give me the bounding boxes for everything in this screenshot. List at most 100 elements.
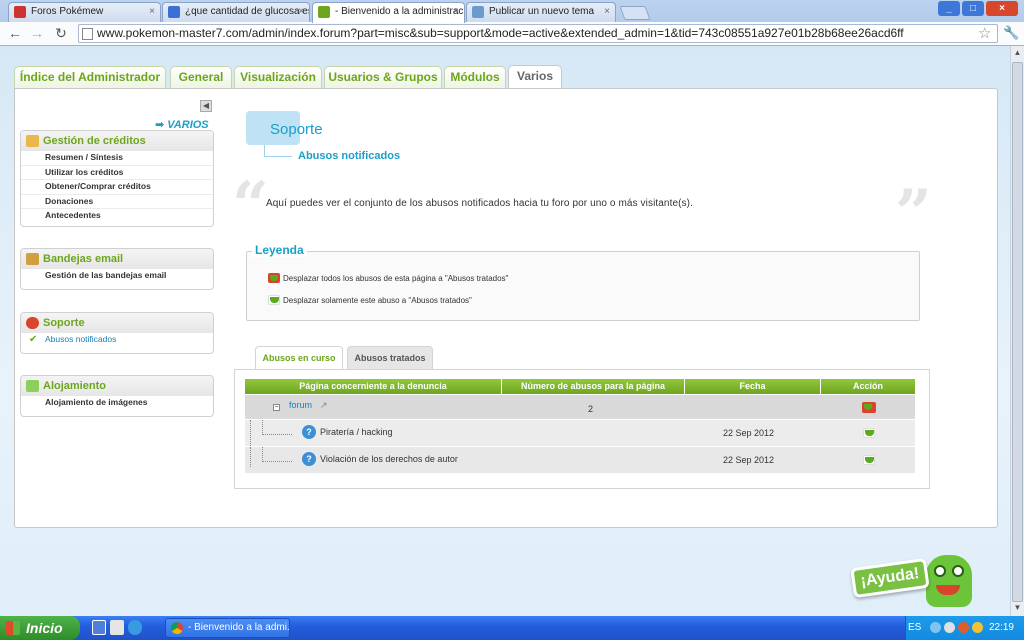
tab-title: - Bienvenido a la administraci [335, 6, 465, 17]
browser-toolbar: ← → ↻ www.pokemon-master7.com/admin/inde… [0, 22, 1024, 46]
forward-arrow-icon[interactable]: → [28, 24, 46, 42]
column-header: Acción [821, 379, 915, 394]
column-header: Página concerniente a la denuncia [245, 379, 502, 394]
sidebar-box-soporte: Soporte ✔ Abusos notificados [20, 312, 214, 354]
help-monster-icon[interactable] [926, 555, 972, 607]
sidebar-item[interactable]: Resumen / Síntesis [21, 151, 213, 166]
scroll-down-icon[interactable]: ▼ [1012, 603, 1023, 615]
language-indicator[interactable]: ES [908, 616, 921, 640]
abuse-count: 2 [588, 404, 594, 414]
forum-link[interactable]: forum [289, 399, 312, 411]
tab-varios[interactable]: Varios [508, 65, 562, 88]
browser-tab[interactable]: Publicar un nuevo tema × [466, 2, 616, 22]
sidebar-item[interactable]: Obtener/Comprar créditos [21, 180, 213, 195]
box-title: Alojamiento [43, 380, 106, 392]
back-arrow-icon[interactable]: ← [6, 24, 24, 42]
external-link-icon[interactable]: ↗ [320, 399, 328, 411]
chat-favicon-icon [318, 6, 330, 18]
close-icon[interactable]: × [298, 3, 304, 21]
box-title: Gestión de créditos [43, 135, 146, 147]
maximize-button[interactable]: □ [962, 1, 984, 16]
reload-icon[interactable]: ↻ [52, 24, 70, 42]
tab-general[interactable]: General [170, 66, 232, 88]
new-tab-button[interactable] [619, 6, 651, 20]
internet-explorer-icon[interactable] [128, 620, 142, 635]
network-icon[interactable] [930, 622, 941, 633]
tab-abusos-en-curso[interactable]: Abusos en curso [255, 346, 343, 370]
question-mark-icon: ? [302, 425, 316, 439]
windows-flag-icon [6, 621, 20, 635]
close-icon[interactable]: × [604, 3, 610, 21]
bookmark-star-icon[interactable]: ☆ [978, 24, 991, 42]
tab-visualizacion[interactable]: Visualización [234, 66, 322, 88]
sidebar-box-alojamiento: Alojamiento Alojamiento de imágenes [20, 375, 214, 417]
taskbar: Inicio - Bienvenido a la admi... ES 22:1… [0, 616, 1024, 640]
tab-usuarios-grupos[interactable]: Usuarios & Grupos [324, 66, 442, 88]
question-mark-icon: ? [302, 452, 316, 466]
page-subtitle: Abusos notificados [298, 150, 401, 162]
tab-modulos[interactable]: Módulos [444, 66, 506, 88]
scrollbar-thumb[interactable] [1012, 62, 1023, 602]
wrench-icon[interactable]: 🔧 [1003, 25, 1019, 40]
show-desktop-icon[interactable] [92, 620, 106, 635]
move-one-icon [268, 295, 280, 305]
clock: 22:19 [988, 622, 1014, 633]
tab-abusos-tratados[interactable]: Abusos tratados [347, 346, 433, 370]
column-header: Fecha [685, 379, 821, 394]
tab-title: ¿que cantidad de glucosa es [185, 6, 310, 17]
pokeball-favicon-icon [14, 6, 26, 18]
hosting-icon [26, 380, 39, 392]
security-icon[interactable] [958, 622, 969, 633]
table-group-row [245, 395, 915, 419]
browser-tab-active[interactable]: - Bienvenido a la administraci × [312, 2, 465, 23]
legend-row: Desplazar solamente este abuso a "Abusos… [268, 295, 472, 305]
tree-line [250, 420, 251, 446]
sidebar-item[interactable]: Antecedentes [21, 209, 213, 223]
tab-title: Publicar un nuevo tema [489, 6, 595, 17]
close-icon[interactable]: × [453, 3, 459, 21]
box-title: Soporte [43, 317, 85, 329]
sidebar-box-creditos: Gestión de créditos Resumen / Síntesis U… [20, 130, 214, 227]
move-one-action-icon[interactable] [863, 427, 878, 439]
page-icon [82, 28, 93, 40]
move-all-action-icon[interactable] [862, 402, 879, 414]
browser-tab[interactable]: Foros Pokémew × [8, 2, 161, 22]
close-quote-icon: ” [895, 176, 932, 251]
update-icon[interactable] [972, 622, 983, 633]
move-one-action-icon[interactable] [863, 454, 878, 466]
collapse-minus-icon[interactable]: − [273, 404, 280, 411]
email-icon [26, 253, 39, 265]
collapse-sidebar-icon[interactable]: ◀ [200, 100, 212, 112]
sidebar-item[interactable]: Gestión de las bandejas email [21, 269, 213, 283]
tab-indice-administrador[interactable]: Índice del Administrador [14, 66, 166, 88]
sidebar-item[interactable]: Utilizar los créditos [21, 166, 213, 180]
title-connector [264, 145, 292, 157]
close-window-button[interactable]: × [986, 1, 1018, 16]
abuse-reason[interactable]: ? Violación de los derechos de autor [302, 452, 458, 466]
abuse-reason[interactable]: ? Piratería / hacking [302, 425, 393, 439]
volume-icon[interactable] [944, 622, 955, 633]
close-icon[interactable]: × [149, 3, 155, 21]
address-bar[interactable]: www.pokemon-master7.com/admin/index.foru… [78, 24, 998, 43]
sidebar-item-selected[interactable]: ✔ Abusos notificados [21, 333, 213, 347]
open-quote-icon: “ [232, 168, 269, 243]
box-title: Bandejas email [43, 253, 124, 265]
document-icon[interactable] [110, 620, 124, 635]
sidebar-item[interactable]: Donaciones [21, 195, 213, 209]
page-title: Soporte [270, 121, 323, 138]
sidebar-item[interactable]: Alojamiento de imágenes [21, 396, 213, 410]
chrome-icon [171, 622, 183, 634]
minimize-button[interactable]: _ [938, 1, 960, 16]
browser-tab[interactable]: ¿que cantidad de glucosa es × [162, 2, 310, 22]
lifebuoy-icon [26, 317, 39, 329]
start-button[interactable]: Inicio [0, 616, 80, 640]
legend-title: Leyenda [252, 243, 307, 257]
scroll-up-icon[interactable]: ▲ [1012, 48, 1023, 60]
puzzle-favicon-icon [472, 6, 484, 18]
credits-icon [26, 135, 39, 147]
legend-row: Desplazar todos los abusos de esta págin… [268, 273, 508, 283]
url-text: www.pokemon-master7.com/admin/index.foru… [97, 26, 904, 40]
legend-box [246, 251, 920, 321]
taskbar-window-button[interactable]: - Bienvenido a la admi... [165, 618, 290, 638]
tree-line [250, 447, 251, 467]
